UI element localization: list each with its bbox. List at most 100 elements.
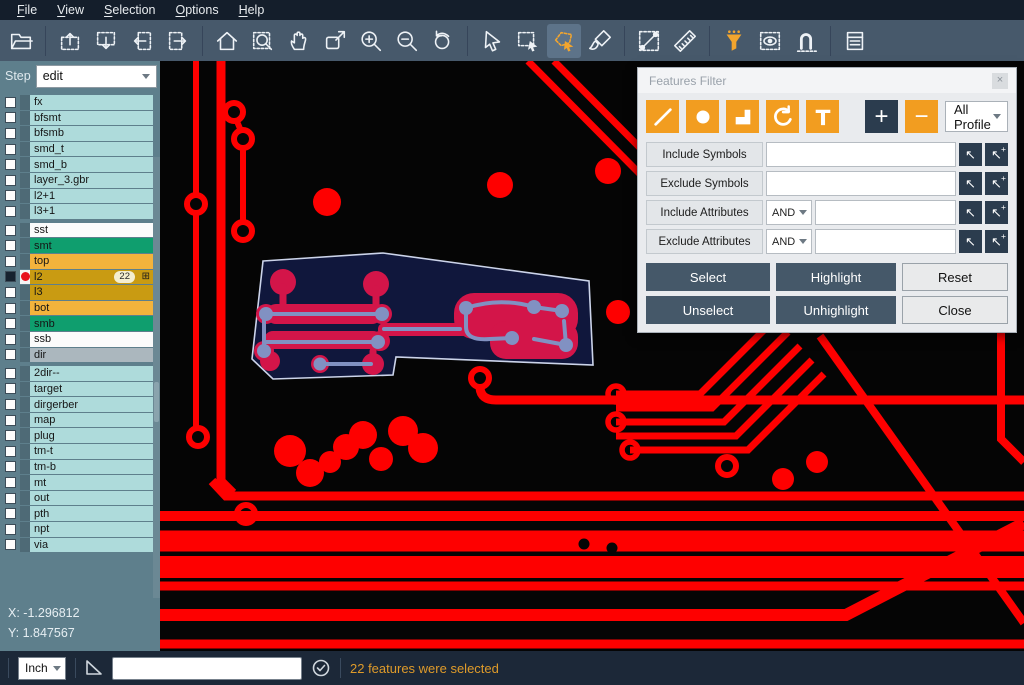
snap-button[interactable] <box>789 24 823 58</box>
layer-row[interactable]: smt <box>0 238 153 253</box>
layer-row[interactable]: smd_b <box>0 157 153 172</box>
layer-visibility-checkbox[interactable] <box>5 225 16 236</box>
highlight-button[interactable]: Highlight <box>776 263 896 291</box>
layer-row[interactable]: npt <box>0 522 153 537</box>
layer-row[interactable]: tm-b <box>0 460 153 475</box>
include-attributes-operator-select[interactable]: AND <box>766 200 812 225</box>
pan-hand-button[interactable] <box>282 24 316 58</box>
reset-button[interactable]: Reset <box>902 263 1008 291</box>
layer-visibility-checkbox[interactable] <box>5 318 16 329</box>
layer-visibility-checkbox[interactable] <box>5 256 16 267</box>
pick-attribute-add-icon[interactable]: ↖+ <box>985 230 1008 253</box>
pick-symbol-icon[interactable]: ↖ <box>959 172 982 195</box>
negative-polarity-button[interactable]: − <box>905 100 938 133</box>
exclude-attributes-button[interactable]: Exclude Attributes <box>646 229 763 254</box>
layer-visibility-checkbox[interactable] <box>5 240 16 251</box>
pick-attribute-add-icon[interactable]: ↖+ <box>985 201 1008 224</box>
pan-left-button[interactable] <box>125 24 159 58</box>
exclude-symbols-button[interactable]: Exclude Symbols <box>646 171 763 196</box>
select-polygon-button[interactable] <box>547 24 581 58</box>
view-options-button[interactable] <box>753 24 787 58</box>
layer-visibility-checkbox[interactable] <box>5 461 16 472</box>
zoom-in-button[interactable] <box>354 24 388 58</box>
layer-visibility-checkbox[interactable] <box>5 175 16 186</box>
layer-visibility-checkbox[interactable] <box>5 271 16 282</box>
layer-visibility-checkbox[interactable] <box>5 399 16 410</box>
filter-arcs-button[interactable] <box>766 100 799 133</box>
sync-check-icon[interactable] <box>311 658 331 678</box>
open-file-button[interactable] <box>4 24 38 58</box>
layer-row[interactable]: dirgerber <box>0 397 153 412</box>
dialog-titlebar[interactable]: Features Filter × <box>638 68 1016 93</box>
close-icon[interactable]: × <box>992 73 1008 89</box>
layer-row[interactable]: ssb <box>0 332 153 347</box>
layer-row[interactable]: mt <box>0 475 153 490</box>
step-select[interactable]: edit <box>36 65 157 88</box>
layer-row[interactable]: via <box>0 538 153 553</box>
layer-row[interactable]: l3+1 <box>0 204 153 219</box>
feature-info-panel-button[interactable] <box>838 24 872 58</box>
include-attributes-input[interactable] <box>815 200 956 225</box>
pcb-canvas[interactable]: Features Filter × + − All Profile <box>160 61 1024 651</box>
layer-visibility-checkbox[interactable] <box>5 190 16 201</box>
layer-grid-icon[interactable]: ⊞ <box>142 271 150 283</box>
layer-visibility-checkbox[interactable] <box>5 368 16 379</box>
measure-ruler-button[interactable] <box>668 24 702 58</box>
layer-list-scrollbar[interactable] <box>153 157 160 615</box>
include-symbols-button[interactable]: Include Symbols <box>646 142 763 167</box>
layer-visibility-checkbox[interactable] <box>5 430 16 441</box>
layer-visibility-checkbox[interactable] <box>5 415 16 426</box>
exclude-symbols-input[interactable] <box>766 171 956 196</box>
mark-brush-button[interactable] <box>583 24 617 58</box>
layer-row[interactable]: top <box>0 254 153 269</box>
layer-row[interactable]: out <box>0 491 153 506</box>
pan-right-button[interactable] <box>161 24 195 58</box>
pick-symbol-add-icon[interactable]: ↖+ <box>985 172 1008 195</box>
pan-up-button[interactable] <box>53 24 87 58</box>
menu-selection[interactable]: Selection <box>95 1 164 19</box>
layer-row[interactable]: smd_t <box>0 142 153 157</box>
layer-visibility-checkbox[interactable] <box>5 144 16 155</box>
layer-row[interactable]: tm-t <box>0 444 153 459</box>
layer-row[interactable]: l3 <box>0 285 153 300</box>
pick-symbol-add-icon[interactable]: ↖+ <box>985 143 1008 166</box>
layer-row[interactable]: dir <box>0 348 153 363</box>
filter-pads-button[interactable] <box>686 100 719 133</box>
layer-row[interactable]: bfsmb <box>0 126 153 141</box>
layer-visibility-checkbox[interactable] <box>5 159 16 170</box>
profile-select[interactable]: All Profile <box>945 101 1008 132</box>
layer-row[interactable]: smb <box>0 316 153 331</box>
layer-visibility-checkbox[interactable] <box>5 493 16 504</box>
exclude-attributes-operator-select[interactable]: AND <box>766 229 812 254</box>
layer-visibility-checkbox[interactable] <box>5 349 16 360</box>
menu-help[interactable]: Help <box>230 1 274 19</box>
layer-row[interactable]: sst <box>0 223 153 238</box>
layer-visibility-checkbox[interactable] <box>5 508 16 519</box>
units-select[interactable]: Inch <box>18 657 66 680</box>
layer-row[interactable]: layer_3.gbr <box>0 173 153 188</box>
select-rectangle-button[interactable] <box>511 24 545 58</box>
features-filter-button[interactable] <box>717 24 751 58</box>
home-view-button[interactable] <box>210 24 244 58</box>
zoom-previous-button[interactable] <box>426 24 460 58</box>
layer-row[interactable]: 2dir-- <box>0 366 153 381</box>
layer-row[interactable]: bfsmt <box>0 111 153 126</box>
pick-symbol-icon[interactable]: ↖ <box>959 143 982 166</box>
layer-row[interactable]: l2+1 <box>0 189 153 204</box>
zoom-out-button[interactable] <box>390 24 424 58</box>
layer-visibility-checkbox[interactable] <box>5 446 16 457</box>
pick-attribute-icon[interactable]: ↖ <box>959 201 982 224</box>
menu-view[interactable]: View <box>48 1 93 19</box>
exclude-attributes-input[interactable] <box>815 229 956 254</box>
measure-points-button[interactable] <box>632 24 666 58</box>
layer-visibility-checkbox[interactable] <box>5 477 16 488</box>
layer-visibility-checkbox[interactable] <box>5 112 16 123</box>
layer-row[interactable]: bot <box>0 301 153 316</box>
layer-row[interactable]: fx <box>0 95 153 110</box>
pan-down-button[interactable] <box>89 24 123 58</box>
angle-mode-icon[interactable] <box>85 659 103 677</box>
filter-text-button[interactable] <box>806 100 839 133</box>
menu-file[interactable]: File <box>8 1 46 19</box>
layer-row[interactable]: l2 22 ⊞ <box>0 270 153 285</box>
layer-visibility-checkbox[interactable] <box>5 97 16 108</box>
